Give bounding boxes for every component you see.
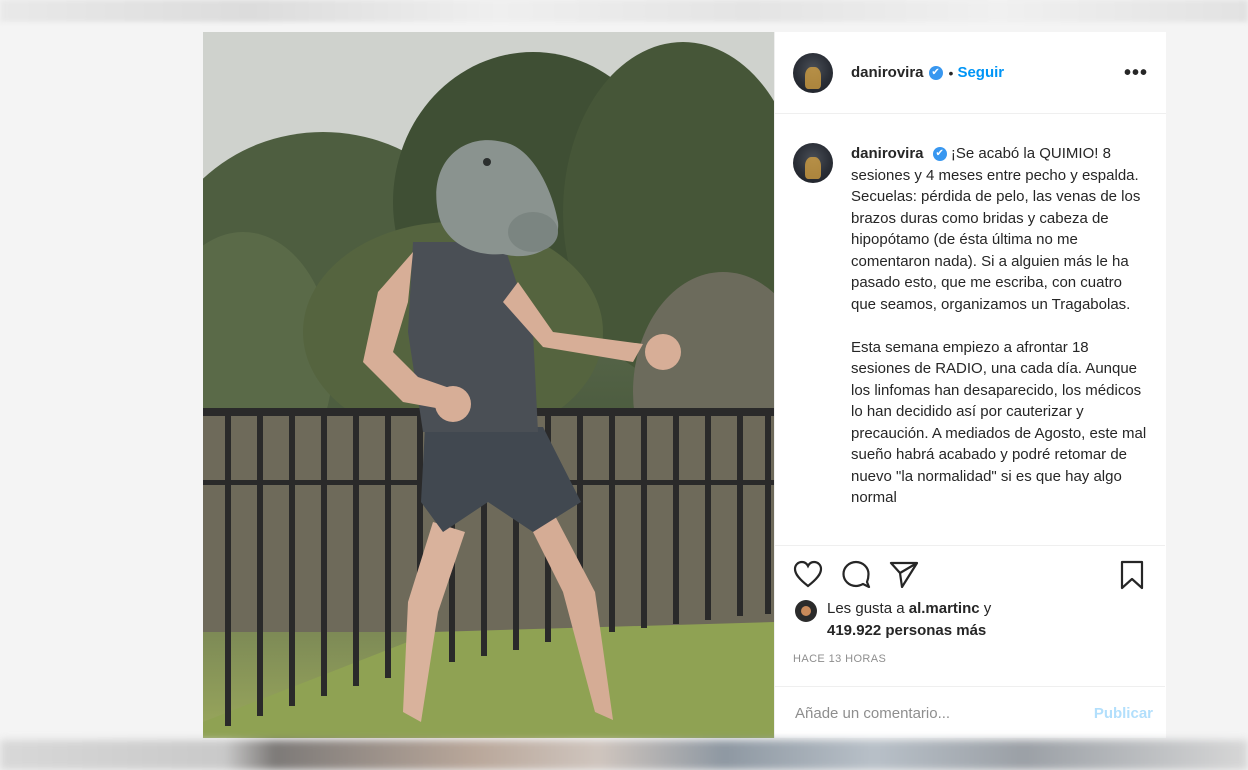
background-blur-bottom: [0, 740, 1248, 770]
caption: danirovira ✔ ¡Se acabó la QUIMIO! 8 sesi…: [851, 143, 1147, 545]
author-username[interactable]: danirovira: [851, 64, 924, 81]
post-sidebar: danirovira ✔ • Seguir ••• danirovira ✔ ¡…: [774, 32, 1166, 738]
likes-summary: Les gusta a al.martinc y 419.922 persona…: [795, 598, 991, 642]
follow-button[interactable]: Seguir: [957, 64, 1004, 81]
post-timestamp[interactable]: HACE 13 HORAS: [793, 653, 886, 665]
likes-connector: y: [979, 600, 992, 617]
caption-author-avatar[interactable]: [793, 143, 833, 183]
comment-bar: Publicar: [775, 686, 1165, 739]
liker-avatar[interactable]: [795, 600, 817, 622]
instagram-post: danirovira ✔ • Seguir ••• danirovira ✔ ¡…: [203, 32, 1166, 738]
caption-body: ¡Se acabó la QUIMIO! 8 sesiones y 4 mese…: [851, 145, 1147, 506]
action-icons: [793, 560, 919, 588]
caption-verified-badge-icon: ✔: [932, 147, 947, 162]
author-avatar[interactable]: [793, 52, 833, 93]
heart-icon[interactable]: [793, 560, 823, 588]
caption-section: danirovira ✔ ¡Se acabó la QUIMIO! 8 sesi…: [775, 115, 1165, 545]
send-icon[interactable]: [889, 560, 919, 588]
likes-count[interactable]: 419.922 personas más: [827, 622, 986, 639]
likes-prefix: Les gusta a: [827, 600, 909, 617]
post-actions: Les gusta a al.martinc y 419.922 persona…: [775, 545, 1165, 738]
liker-username[interactable]: al.martinc: [909, 600, 980, 617]
verified-badge-icon: ✔: [928, 65, 943, 80]
post-photo[interactable]: [203, 32, 774, 738]
background-blur-top: [0, 0, 1248, 22]
caption-username[interactable]: danirovira: [851, 145, 924, 162]
more-options-icon[interactable]: •••: [1124, 62, 1148, 85]
header-separator: •: [948, 64, 954, 81]
post-header: danirovira ✔ • Seguir •••: [775, 32, 1166, 114]
publish-button[interactable]: Publicar: [1094, 705, 1153, 722]
bookmark-icon[interactable]: [1119, 560, 1145, 590]
likes-text: Les gusta a al.martinc y 419.922 persona…: [827, 598, 991, 642]
comment-icon[interactable]: [841, 560, 871, 588]
comment-input[interactable]: [793, 703, 1067, 723]
